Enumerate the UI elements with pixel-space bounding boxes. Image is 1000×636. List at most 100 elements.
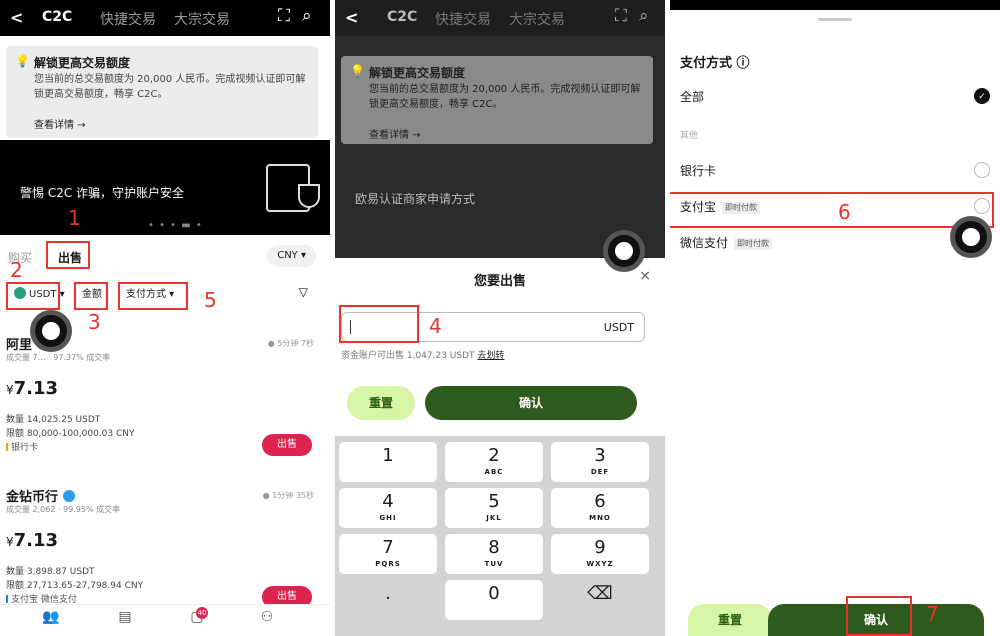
notification-badge: 40 bbox=[196, 607, 208, 619]
nav-people-icon[interactable]: 👥 bbox=[40, 609, 62, 627]
key-4[interactable]: 4 GHI bbox=[339, 488, 437, 528]
c2c-market-screen: < C2C 快捷交易 大宗交易 ⛶ ⌕ 💡 解锁更高交易额度 您当前的总交易额度… bbox=[0, 0, 330, 636]
key-6[interactable]: 6 MNO bbox=[551, 488, 649, 528]
option-label: 微信支付 bbox=[680, 236, 729, 250]
banner-text: 警惕 C2C 诈骗，守护账户安全 bbox=[20, 186, 185, 200]
lightbulb-icon: 💡 bbox=[15, 54, 30, 68]
key-2[interactable]: 2 ABC bbox=[445, 442, 543, 482]
pay-time: ● 1分钟 35秒 bbox=[262, 491, 314, 500]
nav-orders-icon[interactable]: ▤ bbox=[114, 609, 136, 627]
merchant-stats: 成交量 7… · 97.37% 成交率 bbox=[6, 353, 111, 362]
notice-details-link: 查看详情 → bbox=[369, 130, 421, 141]
touch-indicator bbox=[30, 310, 72, 352]
top-bar: < C2C 快捷交易 大宗交易 ⛶ ⌕ bbox=[0, 0, 330, 36]
search-icon: ⌕ bbox=[639, 6, 649, 26]
notice-details-link[interactable]: 查看详情 → bbox=[34, 116, 86, 131]
ad-limit: 限额 27,713.65-27,798.94 CNY bbox=[6, 581, 144, 591]
reset-button[interactable]: 重置 bbox=[347, 386, 415, 420]
payment-option-all[interactable]: 全部 ✓ bbox=[680, 88, 990, 108]
bottom-nav: 👥 ▤ ▢ 40 ⚇ bbox=[0, 604, 330, 636]
search-icon[interactable]: ⌕ bbox=[302, 6, 312, 26]
tab-quick-trade: 快捷交易 bbox=[435, 12, 491, 28]
highlight-box bbox=[46, 241, 90, 269]
key-9[interactable]: 9 WXYZ bbox=[551, 534, 649, 574]
notice-title: 解锁更高交易额度 bbox=[34, 56, 131, 70]
sell-button[interactable]: 出售 bbox=[262, 434, 312, 456]
touch-indicator bbox=[950, 216, 992, 258]
tab-block-trade[interactable]: 大宗交易 bbox=[174, 9, 230, 29]
reset-button[interactable]: 重置 bbox=[688, 604, 772, 636]
ad-quantity: 数量 3,898.87 USDT bbox=[6, 567, 95, 577]
highlight-box bbox=[118, 282, 188, 310]
dimmed-background: < C2C 快捷交易 大宗交易 ⛶ ⌕ 💡 解锁更高交易额度 您当前的总交易额度… bbox=[335, 0, 665, 258]
amount-unit: USDT bbox=[603, 321, 634, 334]
funnel-icon[interactable]: ▽ bbox=[299, 285, 308, 299]
promo-banner[interactable]: 警惕 C2C 诈骗，守护账户安全 • • • ▬ • bbox=[0, 140, 330, 235]
key-7[interactable]: 7 PQRS bbox=[339, 534, 437, 574]
step-number: 5 bbox=[204, 288, 217, 312]
key-3[interactable]: 3 DEF bbox=[551, 442, 649, 482]
highlight-box bbox=[74, 282, 108, 310]
pay-time: ● 5分钟 7秒 bbox=[267, 339, 314, 348]
confirm-button[interactable]: 确认 bbox=[425, 386, 637, 420]
carousel-dots: • • • ▬ • bbox=[148, 220, 203, 231]
limit-notice: 💡 解锁更高交易额度 您当前的总交易额度为 20,000 人民币。完成视频认证即… bbox=[6, 46, 318, 138]
highlight-box bbox=[339, 305, 419, 343]
ad-limit: 限额 80,000-100,000.03 CNY bbox=[6, 429, 135, 439]
sell-amount-screen: < C2C 快捷交易 大宗交易 ⛶ ⌕ 💡 解锁更高交易额度 您当前的总交易额度… bbox=[335, 0, 665, 636]
shield-doc-icon bbox=[266, 164, 320, 212]
scan-icon[interactable]: ⛶ bbox=[278, 6, 290, 26]
payment-option-wechat[interactable]: 微信支付 即时付款 bbox=[680, 234, 990, 254]
section-other-label: 其他 bbox=[680, 131, 699, 141]
transfer-link[interactable]: 去划转 bbox=[477, 351, 504, 361]
payment-option-bank[interactable]: 银行卡 bbox=[680, 162, 990, 182]
option-label: 全部 bbox=[680, 90, 705, 104]
step-number: 6 bbox=[838, 200, 851, 224]
currency-select[interactable]: CNY ▾ bbox=[267, 245, 316, 267]
tab-quick-trade[interactable]: 快捷交易 bbox=[100, 9, 156, 29]
step-number: 1 bbox=[68, 206, 81, 230]
top-bar-peek bbox=[670, 0, 1000, 10]
verified-badge-icon bbox=[62, 490, 75, 502]
highlight-box bbox=[6, 282, 60, 310]
scan-icon: ⛶ bbox=[615, 6, 627, 26]
banner-text: 欧易认证商家申请方式 bbox=[355, 192, 476, 206]
touch-indicator bbox=[603, 230, 645, 272]
option-label: 银行卡 bbox=[680, 164, 717, 178]
sheet-title: 您要出售 bbox=[473, 274, 526, 289]
merchant-name: 阿里 bbox=[6, 338, 33, 353]
instant-tag: 即时付款 bbox=[734, 238, 773, 250]
payment-title: 支付方式 ⓘ bbox=[680, 56, 750, 71]
ad-payment-methods: 银行卡 bbox=[6, 440, 38, 453]
back-button[interactable]: < bbox=[10, 8, 23, 27]
backspace-icon[interactable]: ⌫ bbox=[551, 580, 649, 620]
highlight-box bbox=[846, 596, 912, 636]
available-balance: 资金账户可出售 1,047.23 USDT 去划转 bbox=[341, 351, 505, 361]
nav-profile-icon[interactable]: ⚇ bbox=[256, 609, 278, 627]
ad-card: 阿里 成交量 7… · 97.37% 成交率 ● 5分钟 7秒 ¥7.13 数量… bbox=[6, 334, 316, 456]
top-bar: < C2C 快捷交易 大宗交易 ⛶ ⌕ bbox=[335, 0, 665, 36]
tab-block-trade: 大宗交易 bbox=[509, 12, 565, 28]
lightbulb-icon: 💡 bbox=[350, 64, 365, 78]
sheet-handle[interactable] bbox=[818, 18, 852, 21]
step-number: 4 bbox=[429, 314, 442, 338]
step-number: 7 bbox=[926, 602, 939, 626]
key-1[interactable]: 1 bbox=[339, 442, 437, 482]
highlight-box bbox=[670, 192, 994, 228]
notice-desc: 您当前的总交易额度为 20,000 人民币。完成视频认证即可解锁更高交易额度，畅… bbox=[34, 74, 306, 100]
ad-price: ¥7.13 bbox=[6, 378, 59, 399]
key-0[interactable]: 0 bbox=[445, 580, 543, 620]
key-5[interactable]: 5 JKL bbox=[445, 488, 543, 528]
step-number: 2 bbox=[10, 258, 23, 282]
close-icon[interactable]: × bbox=[639, 268, 651, 284]
tab-c2c: C2C bbox=[387, 9, 418, 25]
tab-c2c[interactable]: C2C bbox=[42, 9, 72, 25]
numeric-keypad: 1 2 ABC 3 DEF 4 GHI 5 JKL 6 MNO 7 PQRS 8 TUV 9W… bbox=[335, 436, 665, 636]
notice-title: 解锁更高交易额度 bbox=[369, 66, 466, 80]
ad-card: 金钻币行 成交量 2,062 · 99.95% 成交率 ● 1分钟 35秒 ¥7… bbox=[6, 486, 316, 608]
notice-desc: 您当前的总交易额度为 20,000 人民币。完成视频认证即可解锁更高交易额度，畅… bbox=[369, 84, 641, 110]
key-8[interactable]: 8 TUV bbox=[445, 534, 543, 574]
ad-quantity: 数量 14,025.25 USDT bbox=[6, 415, 101, 425]
step-number: 3 bbox=[88, 310, 101, 334]
key-decimal[interactable]: . bbox=[339, 580, 437, 620]
